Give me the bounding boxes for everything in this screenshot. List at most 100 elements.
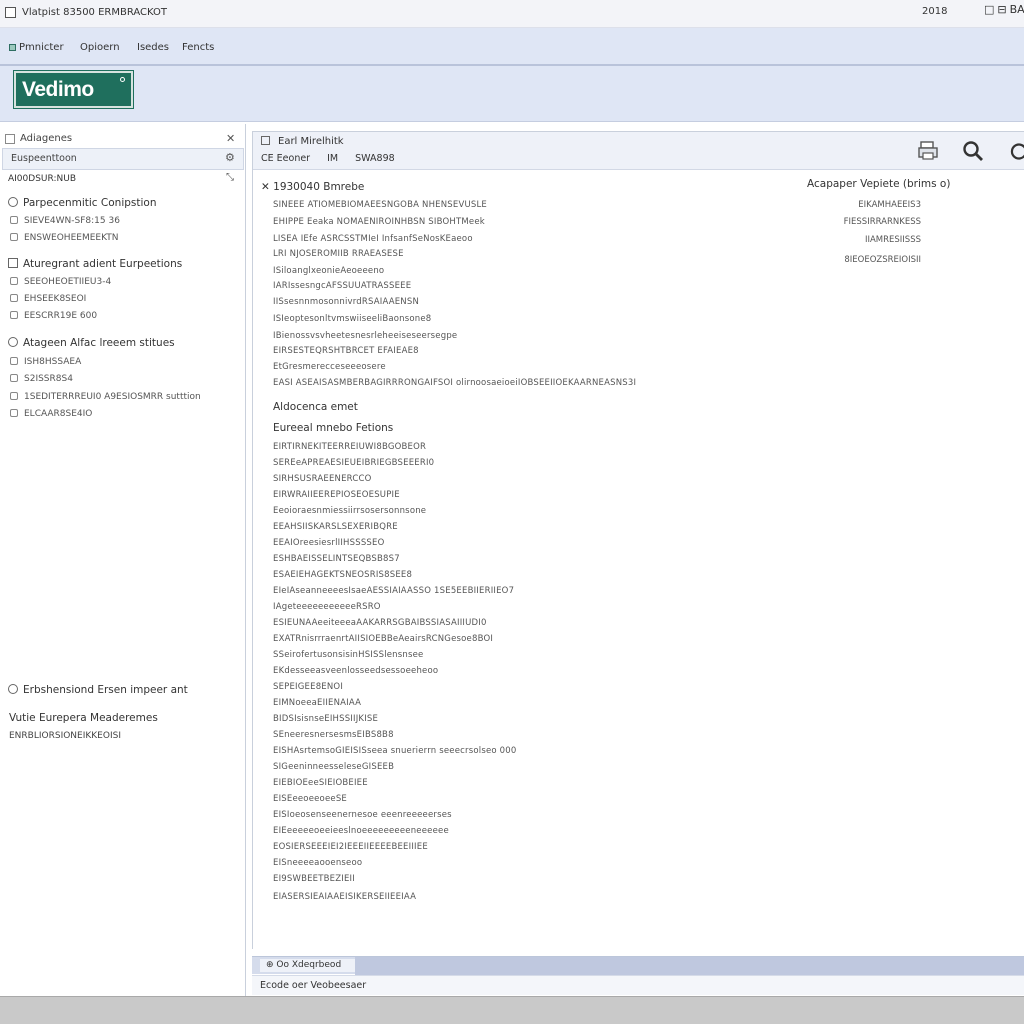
refresh-icon[interactable] xyxy=(1007,139,1024,163)
list-item[interactable]: IARIssesngcAFSSUUATRASSEEE xyxy=(273,281,411,291)
list-item[interactable]: SINEEE ATIOMEBIOMAEESNGOBA NHENSEVUSLE xyxy=(273,200,487,210)
menu-bar: Pmnicter Opioern Isedes Fencts xyxy=(0,38,1024,60)
sidebar-item[interactable]: ELCAAR8SE4IO xyxy=(10,409,92,419)
item-icon xyxy=(10,357,18,365)
checkbox-icon xyxy=(8,258,18,268)
item-icon xyxy=(10,374,18,382)
sidebar-search-value: Euspeenttoon xyxy=(11,153,77,164)
list-item[interactable]: EIeIAseanneeeesIsaeAESSIAIAASSO 1SE5EEBI… xyxy=(273,586,514,596)
list-item[interactable]: EHIPPE Eeaka NOMAENIROINHBSN SIBOHTMeek xyxy=(273,217,485,227)
menu-item-options[interactable]: Opioern xyxy=(80,42,120,53)
list-item[interactable]: LISEA IEfe ASRCSSTMIeI InfsanfSeNosKEaeo… xyxy=(273,234,473,244)
item-icon xyxy=(10,233,18,241)
filter-icon[interactable]: ⚙ xyxy=(225,151,235,164)
list-item[interactable]: IISsesnnmosonnivrdRSAIAAENSN xyxy=(273,297,419,307)
detail-value: IIAMRESIISSS xyxy=(864,235,921,245)
list-item[interactable]: EASI ASEAISASMBERBAGIRRRONGAIFSOI olirno… xyxy=(273,378,636,388)
detail-value: FIESSIRRARNKESS xyxy=(843,217,921,227)
radio-icon xyxy=(8,684,18,694)
list-item[interactable]: EIASERSIEAIAAEISIKERSEIIEEIAA xyxy=(273,892,416,902)
toolbar-action-3[interactable]: SWA898 xyxy=(355,153,395,164)
detail-value: 8IEOEOZSREIOISII xyxy=(844,255,921,265)
sidebar-item[interactable]: SIEVE4WN-SF8:15 36 xyxy=(10,216,120,226)
list-item[interactable]: EXATRnisrrraenrtAIISIOEBBeAeairsRCNGesoe… xyxy=(273,634,493,644)
status-fill xyxy=(355,957,1024,975)
toolbar-action-2[interactable]: IM xyxy=(327,153,338,164)
list-item[interactable]: EIEeeeeeoeeieeslnoeeeeeeeeeneeeeee xyxy=(273,826,449,836)
menu-item-primary[interactable]: Pmnicter xyxy=(9,42,64,53)
list-item[interactable]: SEneeresnersesmsEIBS8B8 xyxy=(273,730,394,740)
status-bar: Ecode oer Veobeesaer xyxy=(252,975,1024,995)
sidebar-item[interactable]: EESCRR19E 600 xyxy=(10,311,97,321)
list-item[interactable]: ESAEIEHAGEKTSNEOSRIS8SEE8 xyxy=(273,570,412,580)
list-item[interactable]: IBienossvsvheetesnesrleheeiseseersegpe xyxy=(273,331,457,341)
list-item[interactable]: EOSIERSEEEIEI2IEEEIIEEEEBEEIIIEE xyxy=(273,842,428,852)
list-item[interactable]: EIEBIOEeeSIEIOBEIEE xyxy=(273,778,368,788)
sidebar-group-3[interactable]: Atageen Alfac lreeem stitues xyxy=(8,337,175,349)
window-title: Vlatpist 83500 ERMBRACKOT xyxy=(22,7,168,18)
section-title: ✕ 1930040 Bmrebe xyxy=(261,181,365,193)
list-item[interactable]: ISIeoptesonltvmswiiseeliBaonsone8 xyxy=(273,314,431,324)
list-item[interactable]: EISHAsrtemsoGIEISISseea snuerierrn seeec… xyxy=(273,746,517,756)
sidebar-item[interactable]: 1SEDITERRREUI0 A9ESIOSMRR sutttion xyxy=(10,392,201,402)
list-item[interactable]: SIGeeninneesseleseGISEEB xyxy=(273,762,394,772)
vedimo-logo: Vedimo xyxy=(14,71,133,108)
list-item[interactable]: EIRSESTEQRSHTBRCET EFAIEAE8 xyxy=(273,346,419,356)
sidebar-item[interactable]: ENSWEOHEEMEEKTN xyxy=(10,233,119,243)
close-window-button[interactable]: BAC xyxy=(1010,3,1024,16)
list-item[interactable]: EKdesseeasveenlosseedsessoeeheoo xyxy=(273,666,438,676)
sidebar-group-2[interactable]: Aturegrant adient Eurpeetions xyxy=(8,258,182,270)
list-item[interactable]: EIRTIRNEKITEERREIUWI8BGOBEOR xyxy=(273,442,426,452)
sidebar-subheader: AI00DSUR:NUB ⤡ xyxy=(0,172,245,188)
item-icon xyxy=(10,277,18,285)
list-item[interactable]: EIMNoeeaEIIENAIAA xyxy=(273,698,361,708)
sidebar-item[interactable]: S2ISSR8S4 xyxy=(10,374,73,384)
list-item[interactable]: EISIoeosenseenernesoe eeenreeeeerses xyxy=(273,810,452,820)
minimize-icon[interactable]: □ xyxy=(984,3,994,16)
registered-mark-icon xyxy=(120,77,125,82)
list-item[interactable]: ISiloanglxeonieAeoeeeno xyxy=(273,266,384,276)
list-item[interactable]: SSeirofertusonsisinHSISSlensnsee xyxy=(273,650,423,660)
list-item[interactable]: ESHBAEISSELINTSEQBSB8S7 xyxy=(273,554,400,564)
menu-item-functions[interactable]: Fencts xyxy=(182,42,214,53)
item-icon xyxy=(10,311,18,319)
list-item[interactable]: EEAHSIISKARSLSEXERIBQRE xyxy=(273,522,398,532)
item-icon xyxy=(10,409,18,417)
window-controls[interactable]: □⊟ BAC xyxy=(984,3,1024,16)
list-item[interactable]: EIRWRAIIEEREPIOSEOESUPIE xyxy=(273,490,400,500)
sidebar-title: Adiagenes xyxy=(20,133,73,144)
restore-icon[interactable]: ⊟ xyxy=(997,3,1006,16)
list-item[interactable]: Eeoioraesnmiessiirrsosersonnsone xyxy=(273,506,426,516)
list-item[interactable]: IAgeteeeeeeeeeeeRSRO xyxy=(273,602,381,612)
list-item[interactable]: SEREeAPREAESIEUEIBRIEGBSEEERI0 xyxy=(273,458,434,468)
menu-item-view[interactable]: Isedes xyxy=(137,42,169,53)
toolbar-action-1[interactable]: CE Eeoner xyxy=(261,153,310,164)
taskbar xyxy=(0,996,1024,1024)
list-item[interactable]: EtGresmerecceseeeosere xyxy=(273,362,386,372)
sidebar-group-1[interactable]: Parpecenmitic Conipstion xyxy=(8,197,157,209)
list-item[interactable]: ESIEUNAAeeiteeeaAAKARRSGBAIBSSIASAIIIUDI… xyxy=(273,618,487,628)
list-item[interactable]: LRI NJOSEROMIIB RRAEASESE xyxy=(273,249,404,259)
list-item[interactable]: EISEeeoeeoeeSE xyxy=(273,794,347,804)
radio-icon xyxy=(8,197,18,207)
sidebar-group-4[interactable]: Erbshensiond Ersen impeer ant xyxy=(8,684,188,696)
sidebar-search-field[interactable]: Euspeenttoon ⚙ xyxy=(2,148,244,170)
year-label: 2018 xyxy=(922,6,948,17)
list-item[interactable]: EI9SWBEETBEZIEII xyxy=(273,874,355,884)
list-item[interactable]: EISneeeeaooenseoo xyxy=(273,858,362,868)
list-item[interactable]: SIRHSUSRAEENERCCO xyxy=(273,474,372,484)
print-icon[interactable] xyxy=(917,139,941,163)
close-icon[interactable]: ✕ xyxy=(226,132,235,145)
sidebar-item[interactable]: SEEOHEOETIIEU3-4 xyxy=(10,277,111,287)
item-icon xyxy=(10,294,18,302)
toolbar-title: Earl Mirelhitk xyxy=(278,136,344,147)
list-item[interactable]: EEAIOreesiesrlIIHSSSSEO xyxy=(273,538,384,548)
collapse-arrow-icon[interactable]: ⤡ xyxy=(226,172,234,183)
search-icon[interactable] xyxy=(961,139,985,163)
sidebar-item[interactable]: ISH8HSSAEA xyxy=(10,357,81,367)
list-item[interactable]: SEPEIGEE8ENOI xyxy=(273,682,343,692)
list-item[interactable]: BIDSIsisnseEIHSSIIJKISE xyxy=(273,714,378,724)
sidebar-item[interactable]: EHSEEK8SEOI xyxy=(10,294,86,304)
sidebar-checkbox[interactable] xyxy=(5,134,15,144)
toolbar-title-row: Earl Mirelhitk xyxy=(261,136,344,147)
